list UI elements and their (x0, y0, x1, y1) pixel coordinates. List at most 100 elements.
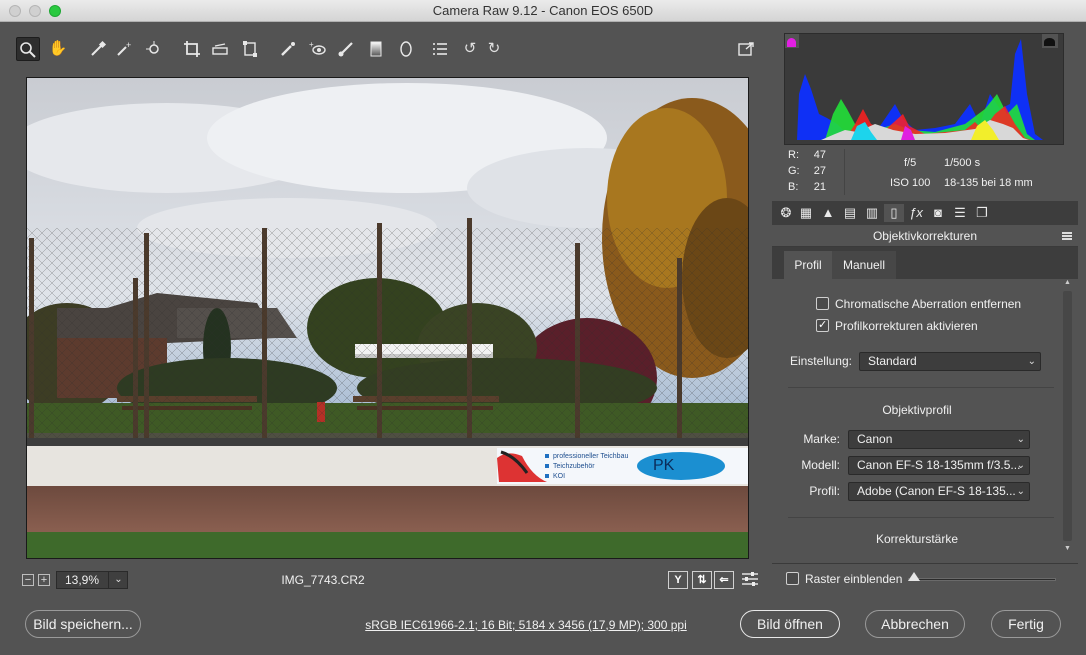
white-balance-icon[interactable] (86, 37, 110, 61)
highlight-clipping-warning-icon[interactable] (1042, 34, 1058, 48)
chevron-down-icon: ⌄ (1016, 486, 1025, 497)
tab-manuell[interactable]: Manuell (832, 251, 896, 279)
histogram (784, 33, 1064, 145)
tab-profil[interactable]: Profil (784, 251, 832, 279)
minimize-window-button[interactable] (29, 5, 41, 17)
window-title: Camera Raw 9.12 - Canon EOS 650D (432, 3, 654, 18)
profile-corrections-checkbox[interactable] (816, 318, 829, 332)
swap-settings-icon[interactable]: ⇅ (692, 571, 712, 589)
transform-icon[interactable] (238, 37, 262, 61)
grid-overlay-checkbox[interactable] (786, 572, 799, 585)
make-select[interactable]: Canon ⌄ (848, 430, 1030, 449)
save-image-button[interactable]: Bild speichern... (25, 610, 141, 638)
lens-profile-title: Objektivprofil (882, 403, 952, 417)
targeted-adjustment-icon[interactable] (142, 37, 166, 61)
open-image-button[interactable]: Bild öffnen (740, 610, 840, 638)
straighten-icon[interactable] (208, 37, 232, 61)
chromatic-aberration-label: Chromatische Aberration entfernen (835, 297, 1022, 311)
hand-tool-icon[interactable]: ✋ (46, 37, 70, 61)
fullscreen-toggle-icon[interactable] (734, 37, 758, 61)
preferences-list-icon[interactable] (428, 37, 452, 61)
workflow-options-link[interactable]: sRGB IEC61966-2.1; 16 Bit; 5184 x 3456 (… (320, 618, 732, 632)
panel-section-title: Objektivkorrekturen (772, 225, 1078, 247)
model-select[interactable]: Canon EF-S 18-135mm f/3.5... ⌄ (848, 456, 1030, 475)
zoom-in-button[interactable]: + (38, 574, 50, 586)
profile-label: Profil: (809, 484, 840, 498)
chevron-down-icon: ⌄ (1016, 460, 1025, 471)
chevron-down-icon: ⌄ (1016, 434, 1025, 445)
iso-value: ISO 100 (890, 177, 931, 189)
detail-icon[interactable]: ▲ (818, 204, 838, 222)
grid-size-slider-thumb[interactable] (908, 572, 920, 581)
lens-corrections-icon[interactable]: ▯ (884, 204, 904, 222)
aperture-value: f/5 (904, 157, 917, 169)
red-readout: R: 47 (788, 149, 826, 161)
basic-panel-icon[interactable]: ❂ (776, 204, 796, 222)
scroll-up-icon[interactable]: ▲ (1063, 279, 1072, 286)
adjustment-brush-icon[interactable] (334, 37, 358, 61)
divider (788, 517, 1054, 518)
effects-icon[interactable]: ƒx (906, 204, 926, 222)
hsl-icon[interactable]: ▤ (840, 204, 860, 222)
camera-calibration-icon[interactable]: ◙ (928, 204, 948, 222)
before-after-view-button[interactable]: Y (668, 571, 688, 589)
readout-divider (844, 149, 845, 195)
sign-text-1: professioneller Teichbau (553, 453, 628, 460)
svg-text:+: + (126, 40, 131, 50)
blue-readout: B: 21 (788, 181, 826, 193)
camera-raw-window: Camera Raw 9.12 - Canon EOS 650D ✋ + + ↺… (0, 0, 1086, 655)
sign-logo: PK (653, 457, 675, 474)
panel-scrollbar[interactable]: ▲ ▼ (1062, 279, 1074, 557)
lens-subtabs: Profil Manuell (772, 247, 1078, 279)
done-button[interactable]: Fertig (991, 610, 1061, 638)
shutter-value: 1/500 s (944, 157, 981, 169)
profile-value: Adobe (Canon EF-S 18-135... (857, 484, 1016, 498)
image-preview-area[interactable]: PK professioneller Teichbau Teichzubehör… (8, 68, 766, 568)
model-label: Modell: (801, 458, 840, 472)
chevron-down-icon[interactable]: ⌄ (108, 571, 128, 589)
crop-icon[interactable] (180, 37, 204, 61)
green-readout: G: 27 (788, 165, 826, 177)
split-toning-icon[interactable]: ▥ (862, 204, 882, 222)
profile-corrections-row[interactable]: Profilkorrekturen aktivieren (816, 318, 978, 335)
panel-menu-icon[interactable] (1062, 232, 1072, 240)
setting-value: Standard (868, 354, 917, 368)
photo-preview[interactable]: PK professioneller Teichbau Teichzubehör… (26, 77, 749, 559)
toolbar: ✋ + + ↺ ↻ (8, 34, 766, 66)
lens-value: 18-135 bei 18 mm (944, 177, 1033, 189)
scroll-thumb[interactable] (1063, 291, 1072, 541)
graduated-filter-icon[interactable] (364, 37, 388, 61)
tone-curve-icon[interactable]: ▦ (796, 204, 816, 222)
maximize-window-button[interactable] (49, 5, 61, 17)
presets-icon[interactable]: ☰ (950, 204, 970, 222)
sign-text-3: KOI (553, 473, 565, 480)
chromatic-aberration-checkbox[interactable] (816, 297, 829, 310)
profile-select[interactable]: Adobe (Canon EF-S 18-135... ⌄ (848, 482, 1030, 501)
setting-select[interactable]: Standard ⌄ (859, 352, 1041, 371)
snapshots-icon[interactable]: ❐ (972, 204, 992, 222)
lens-profile-content: Chromatische Aberration entfernen Profil… (772, 279, 1062, 591)
cancel-button[interactable]: Abbrechen (865, 610, 965, 638)
panel-tab-icons: ❂ ▦ ▲ ▤ ▥ ▯ ƒx ◙ ☰ ❐ (772, 201, 1078, 225)
setting-label: Einstellung: (789, 354, 852, 368)
toggle-settings-icon[interactable] (740, 571, 760, 589)
grid-size-slider[interactable] (908, 578, 1056, 581)
divider (788, 387, 1054, 388)
spot-removal-icon[interactable] (276, 37, 300, 61)
rotate-left-icon[interactable]: ↺ (458, 37, 482, 61)
zoom-level-value: 13,9% (65, 573, 100, 587)
grid-overlay-label: Raster einblenden (805, 572, 903, 586)
scroll-down-icon[interactable]: ▼ (1063, 545, 1072, 552)
shadow-clipping-warning-icon[interactable] (785, 34, 799, 48)
zoom-out-button[interactable]: − (22, 574, 34, 586)
adjustments-panel: R: 47 G: 27 B: 21 f/5 1/500 s ISO 100 18-13… (772, 33, 1078, 591)
rotate-right-icon[interactable]: ↻ (482, 37, 506, 61)
grid-overlay-toggle[interactable]: Raster einblenden (786, 572, 902, 588)
red-eye-icon[interactable]: + (306, 37, 330, 61)
zoom-tool-icon[interactable] (16, 37, 40, 61)
chromatic-aberration-row[interactable]: Chromatische Aberration entfernen (816, 297, 1021, 313)
close-window-button[interactable] (9, 5, 21, 17)
radial-filter-icon[interactable] (394, 37, 418, 61)
copy-settings-icon[interactable]: ⇐ (714, 571, 734, 589)
color-sampler-icon[interactable]: + (112, 37, 136, 61)
